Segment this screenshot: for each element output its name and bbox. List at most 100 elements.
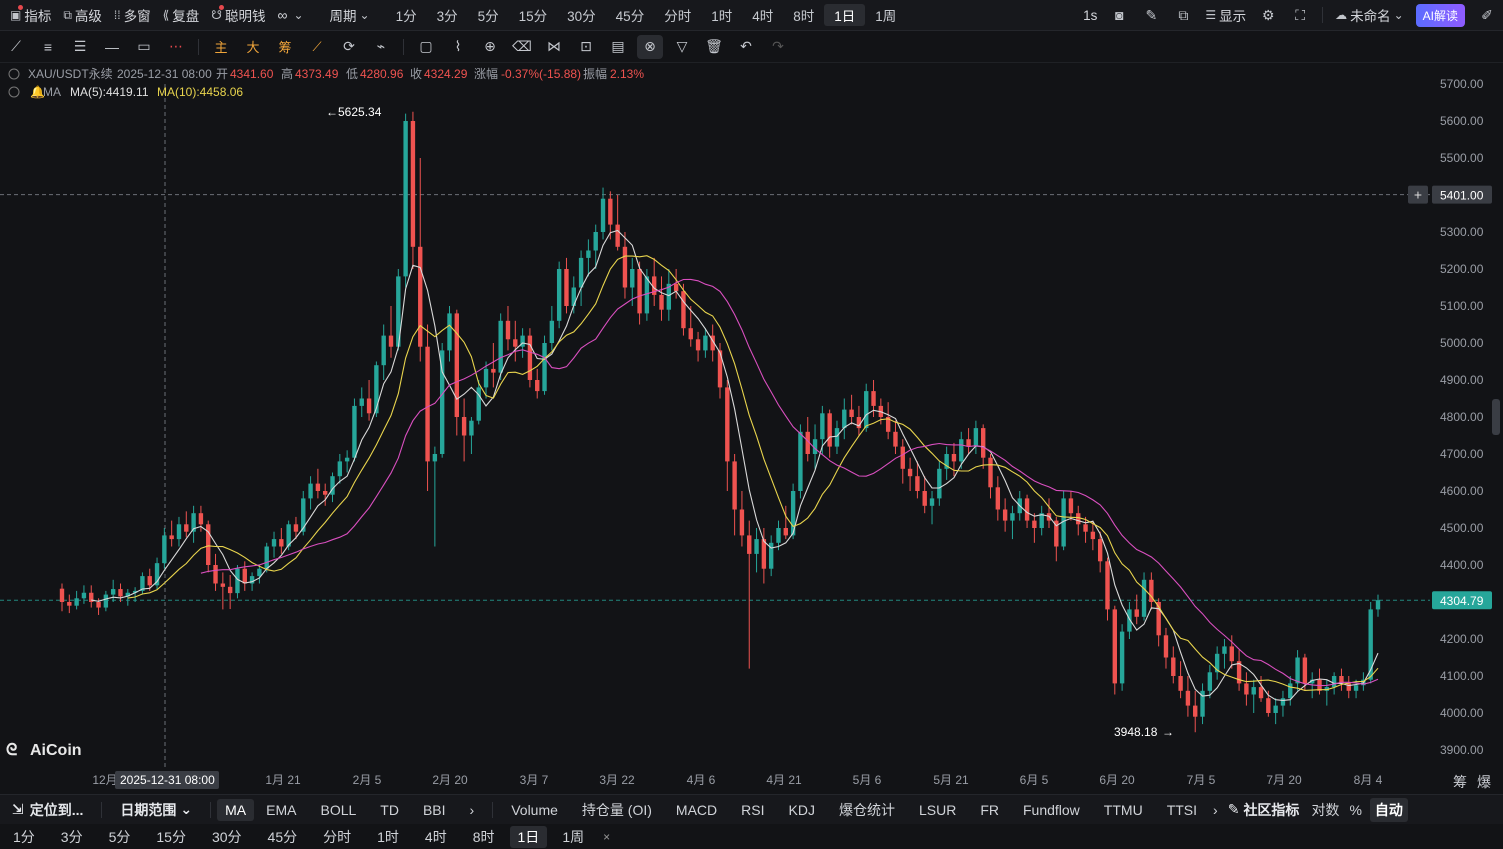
bottom-period-tab[interactable]: 30分	[201, 824, 253, 849]
sub-indicator-tab[interactable]: LSUR	[907, 795, 968, 824]
main-indicator-tab[interactable]: BBI	[411, 795, 458, 824]
candle-body	[732, 461, 737, 510]
liquidation-toggle[interactable]: 爆	[1477, 774, 1491, 790]
sub-more-icon[interactable]: ›	[1209, 795, 1222, 824]
bottom-period-tab[interactable]: 5分	[98, 824, 142, 849]
main-indicator-tab[interactable]: BOLL	[308, 795, 368, 824]
refresh-icon[interactable]: ⟳	[333, 31, 365, 63]
percent-toggle[interactable]: %	[1345, 795, 1365, 824]
redo-icon[interactable]: ↷	[762, 31, 794, 63]
period-tab[interactable]: 4时	[742, 0, 783, 30]
eraser-icon[interactable]: ⌫	[506, 31, 538, 63]
collapse-icon[interactable]	[8, 68, 20, 80]
zoom-icon[interactable]: ⊕	[474, 31, 506, 63]
ruler-icon[interactable]: ⌇	[442, 31, 474, 63]
scroll-handle[interactable]	[1492, 399, 1500, 435]
period-tab[interactable]: 45分	[606, 0, 655, 30]
sub-indicator-tab[interactable]: MACD	[664, 795, 729, 824]
collapse-icon[interactable]	[8, 86, 20, 98]
template-icon[interactable]: ▤	[602, 31, 634, 63]
price-chart[interactable]: 5700.005600.005500.005400.005300.005200.…	[0, 64, 1503, 794]
edit-icon[interactable]: ✐	[1471, 0, 1503, 31]
period-tab[interactable]: 1日	[824, 4, 866, 26]
period-tab[interactable]: 3分	[427, 0, 468, 30]
chip-icon[interactable]: 筹	[269, 31, 301, 63]
period-tab[interactable]: 1时	[701, 0, 742, 30]
period-tab[interactable]: 分时	[654, 0, 701, 30]
sub-indicator-tab[interactable]: FR	[968, 795, 1011, 824]
filter-icon[interactable]: ▽	[666, 31, 698, 63]
main-indicator-tab[interactable]: TD	[368, 795, 411, 824]
sub-indicator-tab[interactable]: 爆仓统计	[827, 795, 907, 824]
chip-distribution-toggle[interactable]: 筹	[1453, 774, 1467, 790]
popout-icon[interactable]: ⧉	[1167, 0, 1199, 31]
bottom-period-tab[interactable]: 1日	[509, 825, 548, 848]
bottom-period-tab[interactable]: 15分	[145, 824, 197, 849]
bottom-period-tab[interactable]: 分时	[312, 824, 362, 849]
period-tab[interactable]: 8时	[783, 0, 824, 30]
bottom-period-tab[interactable]: 45分	[257, 824, 309, 849]
date-range-dropdown[interactable]: 日期范围 ⌄	[108, 795, 204, 824]
bottom-period-tab[interactable]: 1周	[551, 824, 595, 849]
topbar-smart-money[interactable]: ☋ 聪明钱	[205, 0, 271, 30]
close-icon[interactable]: ×	[597, 824, 616, 849]
bottom-period-tab[interactable]: 3分	[50, 824, 94, 849]
sub-indicator-tab[interactable]: RSI	[729, 795, 776, 824]
locate-button[interactable]: ⇲ 定位到...	[0, 795, 95, 824]
bottom-period-tab[interactable]: 4时	[414, 824, 458, 849]
candle-body	[344, 457, 350, 462]
sub-indicator-tab[interactable]: Volume	[499, 795, 570, 824]
sub-indicator-tab[interactable]: TTSI	[1155, 795, 1209, 824]
display-button[interactable]: ☰ 显示	[1199, 0, 1252, 30]
topbar-advanced[interactable]: ⧉ 高级	[57, 0, 108, 30]
sub-indicator-tab[interactable]: 持仓量 (OI)	[570, 795, 664, 824]
horizontal-line-icon[interactable]: —	[96, 31, 128, 63]
interval-button[interactable]: 1s	[1077, 0, 1103, 30]
main-force-icon[interactable]: 主	[205, 31, 237, 63]
pencil-icon[interactable]: ✎	[1135, 0, 1167, 31]
settings-icon[interactable]: ⚙	[1252, 0, 1284, 31]
period-tab[interactable]: 1分	[386, 0, 427, 30]
bottom-period-tab[interactable]: 1分	[2, 824, 46, 849]
candle-body	[907, 468, 913, 477]
period-tab[interactable]: 15分	[509, 0, 558, 30]
topbar-indicator[interactable]: ▣ 指标	[4, 0, 57, 30]
trendline-icon[interactable]: ⟋	[0, 31, 32, 63]
parallel-lines-icon[interactable]: ≡	[32, 31, 64, 63]
big-order-icon[interactable]: 大	[237, 31, 269, 63]
lock-icon[interactable]: ⊡	[570, 31, 602, 63]
period-dropdown[interactable]: 周期 ⌄	[324, 0, 376, 30]
signal-icon[interactable]: ⟋	[301, 31, 333, 63]
trash-icon[interactable]: 🗑	[698, 31, 730, 63]
more-dots-icon[interactable]: ⋯	[160, 31, 192, 63]
auto-toggle[interactable]: 自动	[1366, 795, 1412, 824]
fullscreen-icon[interactable]: ⛶	[1284, 0, 1316, 31]
bottom-period-tab[interactable]: 1时	[366, 824, 410, 849]
camera-icon[interactable]: ◙	[1103, 0, 1135, 31]
main-indicator-tab[interactable]: MA	[217, 798, 255, 821]
candle-body	[227, 586, 233, 594]
period-tab[interactable]: 1周	[865, 0, 906, 30]
ai-button[interactable]: AI解读	[1410, 0, 1471, 30]
period-tab[interactable]: 5分	[468, 0, 509, 30]
undo-icon[interactable]: ↶	[730, 31, 762, 63]
magnet-icon[interactable]: ⋈	[538, 31, 570, 63]
log-toggle[interactable]: 对数	[1305, 795, 1345, 824]
topbar-multi-window[interactable]: ⁞⁞ 多窗	[108, 0, 157, 30]
horizontal-lines-icon[interactable]: ☰	[64, 31, 96, 63]
main-more-icon[interactable]: ›	[458, 795, 487, 824]
note-icon[interactable]: ▢	[410, 31, 442, 63]
infinity-dropdown[interactable]: ∞ ⌄	[271, 0, 309, 30]
bottom-period-tab[interactable]: 8时	[462, 824, 506, 849]
sub-indicator-tab[interactable]: Fundflow	[1011, 795, 1092, 824]
rectangle-icon[interactable]: ▭	[128, 31, 160, 63]
community-button[interactable]: ✎ 社区指标	[1222, 795, 1306, 824]
layout-dropdown[interactable]: ☁ 未命名 ⌄	[1329, 0, 1410, 30]
sub-indicator-tab[interactable]: TTMU	[1092, 795, 1155, 824]
period-tab[interactable]: 30分	[557, 0, 606, 30]
link-icon[interactable]: ⊗	[637, 34, 663, 59]
main-indicator-tab[interactable]: EMA	[254, 795, 308, 824]
topbar-replay[interactable]: ⟪ 复盘	[157, 0, 206, 30]
brush-icon[interactable]: ⌁	[365, 31, 397, 63]
sub-indicator-tab[interactable]: KDJ	[777, 795, 827, 824]
